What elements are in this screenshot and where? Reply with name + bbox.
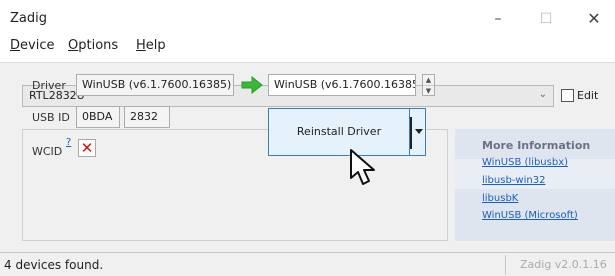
version-text: Zadig v2.0.1.16	[520, 258, 607, 271]
more-information-heading: More Information	[482, 139, 591, 152]
spinner-up-icon[interactable]: ▲	[423, 75, 434, 85]
mouse-pointer-icon	[350, 149, 375, 185]
edit-checkbox[interactable]	[561, 89, 574, 102]
more-information-panel: More Information WinUSB (libusbx) libusb…	[455, 129, 615, 241]
menu-device-rest: evice	[20, 38, 55, 53]
link-libusb-win32[interactable]: libusb-win32	[482, 175, 545, 186]
status-bar: 4 devices found. Zadig v2.0.1.16	[0, 252, 615, 276]
menu-options-rest: ptions	[78, 38, 119, 53]
right-arrow-icon	[241, 76, 263, 94]
split-dropdown-arrow-icon	[415, 129, 423, 134]
chevron-down-icon: ⌄	[538, 89, 547, 100]
current-driver-field: WinUSB (v6.1.7600.16385)	[76, 74, 234, 96]
wcid-help-link[interactable]: ?	[66, 137, 71, 148]
menu-help-accel: H	[136, 38, 146, 53]
reinstall-options-split-button[interactable]	[410, 108, 426, 156]
window-title: Zadig	[10, 11, 47, 26]
close-button[interactable]: ✕	[580, 9, 608, 29]
usb-pid-field: 2832	[124, 106, 170, 128]
reinstall-driver-button[interactable]: Reinstall Driver	[268, 108, 410, 156]
menu-device-accel: D	[10, 38, 21, 53]
minimize-button[interactable]: –	[484, 9, 512, 29]
menu-options-accel: O	[68, 38, 79, 53]
menu-options[interactable]: Options	[68, 38, 118, 53]
menu-help-rest: elp	[145, 38, 166, 53]
driver-spinner[interactable]: ▲ ▼	[422, 74, 435, 96]
maximize-button[interactable]: ☐	[532, 9, 560, 29]
menu-device[interactable]: Device	[10, 38, 54, 53]
wcid-label: WCID	[32, 145, 63, 158]
split-divider	[410, 117, 412, 149]
usb-vid-field: 0BDA	[76, 106, 120, 128]
link-winusb-microsoft[interactable]: WinUSB (Microsoft)	[482, 210, 578, 221]
menu-bar: Device Options Help	[0, 34, 615, 60]
link-libusbk[interactable]: libusbK	[482, 193, 518, 204]
status-text: 4 devices found.	[4, 258, 104, 272]
menu-help[interactable]: Help	[136, 38, 166, 53]
driver-label: Driver	[32, 79, 66, 92]
usb-id-label: USB ID	[32, 111, 70, 124]
wcid-status-x-icon: ✕	[78, 139, 96, 157]
edit-label: Edit	[577, 89, 599, 102]
spinner-down-icon[interactable]: ▼	[423, 85, 434, 95]
link-winusb-libusbx[interactable]: WinUSB (libusbx)	[482, 157, 568, 168]
status-divider	[505, 255, 506, 275]
target-driver-field[interactable]: WinUSB (v6.1.7600.16385)	[268, 74, 416, 96]
title-bar: Zadig – ☐ ✕	[0, 0, 615, 34]
